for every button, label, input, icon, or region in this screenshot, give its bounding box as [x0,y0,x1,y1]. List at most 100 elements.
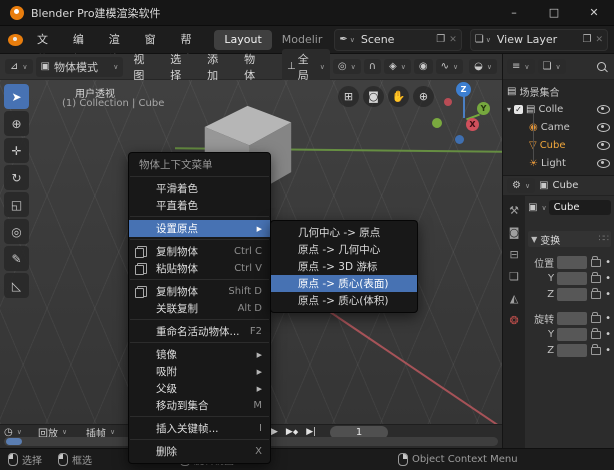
menu-file[interactable]: 文件 [29,30,65,66]
menu-item-copy-objects[interactable]: 复制物体 Ctrl C [129,243,270,260]
outliner-row-camera[interactable]: ◉ Came [503,118,614,136]
disclosure-icon[interactable]: ▾ [507,105,511,114]
lock-icon[interactable] [591,271,602,283]
pivot-point-dropdown[interactable]: ◎ ∨ [332,59,361,74]
view-layer-selector[interactable]: ❏ ∨ View Layer ❐ ✕ [469,28,609,51]
workspace-tab-modeling[interactable]: Modelir [278,30,327,50]
object-name-field[interactable]: Cube [548,200,611,215]
outliner-editor-button[interactable]: ≡ ∨ [507,59,535,74]
menu-item-set-origin[interactable]: 设置原点 ▶ [129,220,270,237]
unlink-scene-icon[interactable]: ✕ [449,35,457,45]
location-x-field[interactable] [557,256,588,269]
blender-menu-icon[interactable] [8,33,23,46]
perspective-grid-button[interactable]: ⊞ [338,86,359,107]
cursor-tool[interactable]: ⊕ [4,111,29,136]
render-tab-icon[interactable]: ◙ [509,226,520,239]
measure-tool[interactable]: ◺ [4,273,29,298]
overlays-dropdown[interactable]: ◒ ∨ [469,59,497,74]
editor-type-button[interactable]: ⊿ ∨ [5,59,33,74]
gizmo-axis-z[interactable]: Z [456,82,471,97]
select-box-tool[interactable]: ➤ [4,84,29,109]
tool-tab-icon[interactable]: ⚒ [509,204,519,217]
world-tab-icon[interactable]: ❂ [509,314,518,327]
rotation-y-field[interactable] [557,328,588,341]
location-y-field[interactable] [557,272,588,285]
submenu-item-origin-to-center-of-mass-volume[interactable]: 原点 -> 质心(体积) [271,292,417,309]
rotation-x-field[interactable] [557,312,588,325]
properties-editor-button[interactable]: ⚙ ∨ [507,178,536,193]
animate-dot-icon[interactable]: • [605,313,611,324]
mode-dropdown[interactable]: ▣ 物体模式 ∨ [35,56,124,77]
gizmo-y-neg-dot[interactable] [432,118,442,128]
snap-toggle[interactable]: ∩ [363,59,382,74]
menu-item-parent[interactable]: 父级 ▶ [129,380,270,397]
menu-item-rename-active-object[interactable]: 重命名活动物体... F2 [129,323,270,340]
outliner-filter-button[interactable]: ❏ ∨ [537,59,566,74]
jump-to-end-button[interactable]: ▶ | [303,427,319,437]
transform-tool[interactable]: ◎ [4,219,29,244]
lock-icon[interactable] [591,255,602,267]
submenu-item-origin-to-3d-cursor[interactable]: 原点 -> 3D 游标 [271,258,417,275]
lock-icon[interactable] [591,311,602,323]
close-button[interactable]: ✕ [574,0,614,25]
menu-edit[interactable]: 编辑 [65,30,101,66]
new-view-layer-icon[interactable]: ❐ [583,34,592,45]
proportional-editing-toggle[interactable]: ◉ [413,59,433,74]
gizmo-axis-y[interactable]: Y [477,102,490,115]
animate-dot-icon[interactable]: • [605,257,611,268]
transform-panel-header[interactable]: ▼ 变换 ∷∷ [528,231,611,247]
object-data-icon[interactable]: ▣ [528,202,537,213]
menu-item-insert-keyframe[interactable]: 插入关键帧... I [129,420,270,437]
camera-view-button[interactable]: ◙ [363,86,384,107]
visibility-eye-icon[interactable] [597,122,610,132]
next-keyframe-button[interactable]: ▶ ◆ [283,427,301,437]
lock-icon[interactable] [591,287,602,299]
outliner-row-collection[interactable]: ▾ ✓ ▤ Colle [503,100,614,118]
outliner-row-scene-collection[interactable]: ▤ 场景集合 [503,82,614,100]
lock-icon[interactable] [591,343,602,355]
gizmo-x-neg-dot[interactable] [444,98,452,106]
menu-item-move-to-collection[interactable]: 移动到集合 M [129,397,270,414]
animate-dot-icon[interactable]: • [605,345,611,356]
visibility-eye-icon[interactable] [597,104,610,114]
scene-tab-icon[interactable]: ◭ [510,292,518,305]
view-layer-tab-icon[interactable]: ❏ [509,270,519,283]
scale-tool[interactable]: ◱ [4,192,29,217]
collection-checkbox[interactable]: ✓ [514,104,524,114]
outliner-row-light[interactable]: ☀ Light [503,154,614,172]
submenu-item-geometry-to-origin[interactable]: 几何中心 -> 原点 [271,224,417,241]
menu-window[interactable]: 窗口 [137,30,173,66]
menu-render[interactable]: 渲染 [101,30,137,66]
menu-item-snap[interactable]: 吸附 ▶ [129,363,270,380]
output-tab-icon[interactable]: ⊟ [509,248,518,261]
pan-view-button[interactable]: ✋ [388,86,409,107]
menu-item-duplicate-objects[interactable]: 复制物体 Shift D [129,283,270,300]
menu-item-paste-objects[interactable]: 粘贴物体 Ctrl V [129,260,270,277]
animate-dot-icon[interactable]: • [605,289,611,300]
zoom-view-button[interactable]: ⊕ [413,86,434,107]
menu-item-shade-flat[interactable]: 平直着色 [129,197,270,214]
submenu-item-origin-to-geometry[interactable]: 原点 -> 几何中心 [271,241,417,258]
view-layer-dropdown-icon[interactable]: ❏ [475,34,484,45]
menu-item-duplicate-linked[interactable]: 关联复制 Alt D [129,300,270,317]
timeline-playhead[interactable] [6,438,22,445]
move-tool[interactable]: ✛ [4,138,29,163]
animate-dot-icon[interactable]: • [605,273,611,284]
lock-icon[interactable] [591,327,602,339]
animate-dot-icon[interactable]: • [605,329,611,340]
menu-item-shade-smooth[interactable]: 平滑着色 [129,180,270,197]
visibility-eye-icon[interactable] [597,140,610,150]
view-layer-name[interactable]: View Layer [491,33,579,46]
maximize-button[interactable]: □ [534,0,574,25]
visibility-eye-icon[interactable] [597,158,610,168]
menu-help[interactable]: 帮助 [173,30,209,66]
falloff-dropdown[interactable]: ∿ ∨ [435,59,464,74]
scene-name[interactable]: Scene [355,33,432,46]
location-z-field[interactable] [557,288,588,301]
gizmo-axis-x[interactable]: X [466,118,479,131]
minimize-button[interactable]: – [494,0,534,25]
remove-view-layer-icon[interactable]: ✕ [595,35,603,45]
annotate-tool[interactable]: ✎ [4,246,29,271]
outliner-row-cube[interactable]: ▽ Cube [503,136,614,154]
menu-item-mirror[interactable]: 镜像 ▶ [129,346,270,363]
